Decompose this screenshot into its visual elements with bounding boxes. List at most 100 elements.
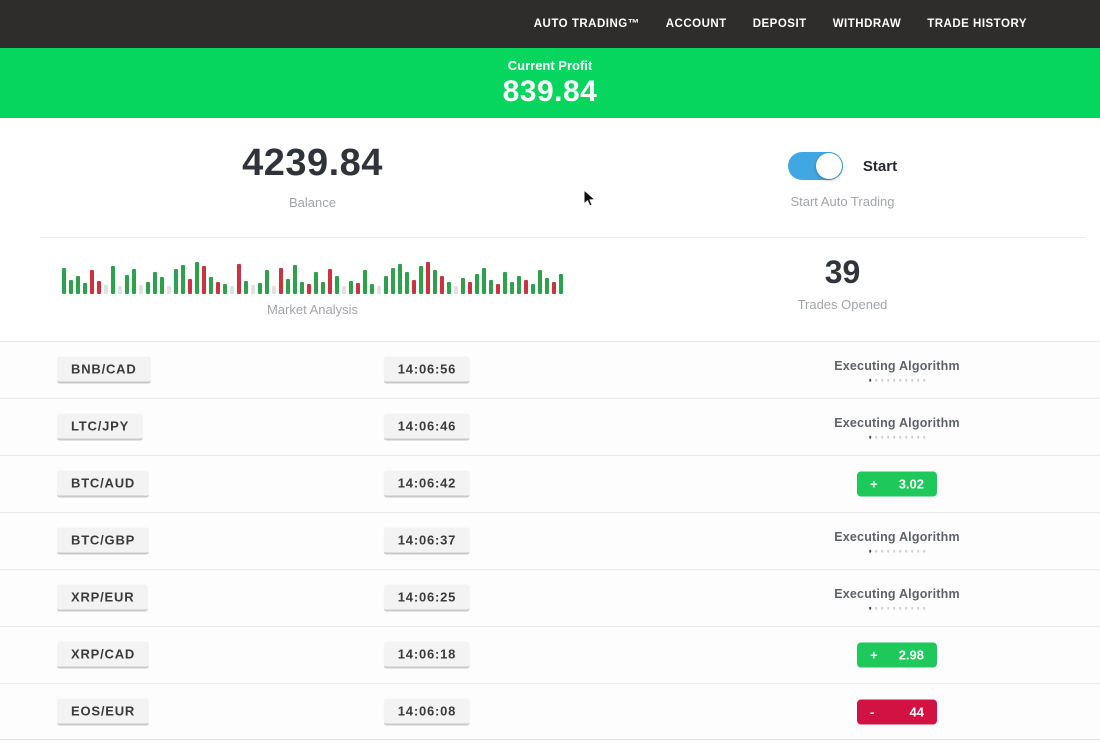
time-badge: 14:06:56: [384, 357, 470, 384]
market-bar: [482, 268, 486, 294]
time-badge: 14:06:42: [384, 471, 470, 498]
pair-badge: BNB/CAD: [57, 357, 151, 384]
market-bar: [139, 285, 143, 294]
market-bar: [279, 268, 283, 294]
progress-dot: [905, 550, 908, 553]
market-bar: [167, 286, 171, 294]
progress-dot: [875, 379, 878, 382]
market-bar: [230, 286, 234, 294]
progress-dot: [923, 607, 926, 610]
progress-dot: [887, 550, 890, 553]
table-row: XRP/CAD14:06:18+2.98: [0, 626, 1100, 683]
status-cell: Executing Algorithm: [834, 587, 960, 610]
auto-trading-app: AUTO TRADING™ ACCOUNT DEPOSIT WITHDRAW TRADE…: [0, 0, 1100, 742]
market-bar: [153, 272, 157, 294]
market-bar: [104, 285, 108, 294]
market-analysis-block: Market Analysis: [40, 238, 585, 341]
start-auto-trading-toggle[interactable]: [788, 152, 843, 180]
time-badge: 14:06:08: [384, 698, 470, 725]
market-bar: [433, 270, 437, 294]
market-bar: [440, 276, 444, 294]
progress-dot: [887, 607, 890, 610]
executing-algorithm-label: Executing Algorithm: [834, 416, 960, 430]
progress-dot: [893, 379, 896, 382]
progress-dot: [893, 436, 896, 439]
time-badge: 14:06:46: [384, 414, 470, 441]
progress-dot: [887, 436, 890, 439]
trades-opened-value: 39: [825, 254, 861, 291]
market-bar: [545, 278, 549, 294]
market-bar: [188, 279, 192, 294]
market-bar: [286, 279, 290, 294]
nav-item-auto-trading[interactable]: AUTO TRADING™: [534, 18, 640, 30]
market-bar: [342, 286, 346, 294]
progress-dot: [893, 550, 896, 553]
nav-item-deposit[interactable]: DEPOSIT: [753, 18, 807, 30]
market-bar: [356, 283, 360, 294]
pair-badge: EOS/EUR: [57, 698, 149, 725]
market-bar: [209, 277, 213, 294]
market-bar: [454, 286, 458, 294]
result-sign: +: [870, 648, 878, 663]
result-amount: 3.02: [899, 477, 924, 492]
pair-badge: XRP/CAD: [57, 642, 149, 669]
progress-dot: [875, 550, 878, 553]
market-bar: [370, 284, 374, 294]
progress-dot: [911, 379, 914, 382]
nav-item-account[interactable]: ACCOUNT: [666, 18, 727, 30]
table-row: BTC/AUD14:06:42+3.02: [0, 455, 1100, 512]
table-row: EOS/EUR 14:06:08 -44: [0, 683, 1100, 740]
market-bar: [132, 269, 136, 294]
market-bar: [496, 284, 500, 294]
market-bar: [503, 272, 507, 294]
nav-item-trade-history[interactable]: TRADE HISTORY: [927, 18, 1027, 30]
market-bar: [307, 284, 311, 294]
market-bar: [377, 286, 381, 294]
market-bar: [181, 265, 185, 294]
market-bar: [251, 285, 255, 294]
result-amount: 2.98: [899, 648, 924, 663]
progress-dot: [905, 607, 908, 610]
market-bar: [531, 284, 535, 294]
progress-dot: [899, 379, 902, 382]
table-row: BNB/CAD14:06:56Executing Algorithm: [0, 341, 1100, 398]
progress-dot: [875, 436, 878, 439]
market-bar: [202, 266, 206, 294]
pair-badge: BTC/AUD: [57, 471, 149, 498]
market-bar: [328, 269, 332, 294]
nav-item-withdraw[interactable]: WITHDRAW: [833, 18, 902, 30]
progress-dot: [905, 436, 908, 439]
balance-block: 4239.84 Balance: [40, 118, 585, 237]
status-cell: -44: [857, 699, 937, 724]
market-bar: [391, 268, 395, 294]
market-bar: [237, 264, 241, 294]
market-bar: [97, 281, 101, 294]
market-bar: [314, 272, 318, 294]
balance-and-toggle-row: 4239.84 Balance Start Start Auto Trading: [0, 118, 1100, 237]
progress-dot: [893, 607, 896, 610]
market-bar: [349, 281, 353, 294]
progress-dot: [917, 550, 920, 553]
market-bar: [468, 282, 472, 294]
market-bar: [405, 272, 409, 294]
progress-dot: [869, 379, 872, 382]
market-analysis-label: Market Analysis: [267, 302, 358, 317]
progress-dot: [881, 379, 884, 382]
auto-trading-block: Start Start Auto Trading: [585, 118, 1100, 237]
market-bar: [125, 275, 129, 294]
progress-dots: [834, 550, 960, 553]
market-bar: [447, 282, 451, 294]
progress-dots: [834, 379, 960, 382]
pair-badge: BTC/GBP: [57, 528, 149, 555]
trades-opened-label: Trades Opened: [798, 297, 888, 312]
market-bar: [559, 274, 563, 294]
progress-dot: [899, 607, 902, 610]
progress-dot: [869, 607, 872, 610]
progress-dot: [875, 607, 878, 610]
market-bar: [510, 282, 514, 294]
market-bar: [83, 283, 87, 294]
market-bar: [195, 262, 199, 294]
trade-list: BNB/CAD14:06:56Executing AlgorithmLTC/JP…: [0, 341, 1100, 740]
progress-dot: [923, 550, 926, 553]
market-bar: [265, 270, 269, 294]
